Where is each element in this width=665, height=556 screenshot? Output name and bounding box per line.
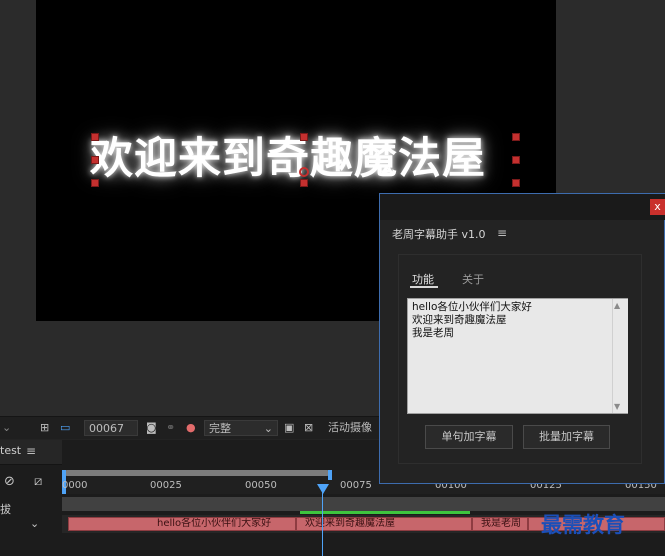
resolution-select[interactable]: 完整 ⌄ [204, 420, 278, 436]
frame-blend-icon[interactable]: ⧄ [34, 474, 42, 489]
render-cache-bar [300, 511, 470, 514]
link-icon[interactable]: ⚭ [166, 420, 175, 436]
panel-title: 老周字幕助手 v1.0 [392, 228, 486, 241]
active-tab-indicator [410, 286, 438, 288]
grid-icon[interactable]: ⊞ [40, 420, 49, 436]
time-tick-label: 0000 [62, 480, 88, 491]
playhead-icon[interactable] [317, 484, 329, 494]
resolution-value: 完整 [209, 422, 231, 435]
scroll-up-icon[interactable]: ▲ [614, 301, 620, 310]
region-of-interest-icon[interactable]: ▭ [60, 420, 70, 436]
scroll-down-icon[interactable]: ▼ [614, 402, 620, 411]
current-frame-field[interactable]: 00067 [84, 420, 138, 436]
playhead-line[interactable] [322, 484, 323, 556]
time-tick-label: 00050 [245, 480, 277, 491]
tab-about[interactable]: 关于 [462, 271, 484, 287]
motion-blur-icon[interactable]: ⊘ [4, 474, 15, 489]
viewer-toolbar: ⌄ ⊞ ▭ 00067 ◙ ⚭ ● 完整 ⌄ ▣ ⊠ 活动摄像 [0, 416, 380, 439]
transparency-grid-icon[interactable]: ⊠ [304, 420, 313, 436]
selection-handle[interactable] [512, 156, 520, 164]
layer-label: 拔 [0, 503, 11, 516]
close-button[interactable]: x [650, 199, 665, 215]
selection-handle[interactable] [300, 133, 308, 141]
subtitle-clip[interactable]: 我是老周 [472, 517, 528, 531]
add-batch-subtitle-button[interactable]: 批量加字幕 [523, 425, 610, 449]
add-single-subtitle-button[interactable]: 单句加字幕 [425, 425, 513, 449]
selection-handle[interactable] [91, 179, 99, 187]
chevron-down-icon[interactable]: ⌄ [30, 517, 39, 530]
work-area-bar[interactable] [64, 470, 330, 476]
anchor-point-icon[interactable] [299, 167, 309, 177]
textarea-scrollbar[interactable] [612, 299, 628, 413]
chevron-down-icon[interactable]: ⌄ [2, 420, 11, 436]
timeline-comp-name[interactable]: test [0, 444, 21, 457]
time-tick-label: 00075 [340, 480, 372, 491]
subtitle-clip[interactable]: hello各位小伙伴们大家好 [68, 517, 296, 531]
color-channels-icon[interactable]: ● [186, 420, 196, 436]
subtitle-textarea[interactable]: hello各位小伙伴们大家好 欢迎来到奇趣魔法屋 我是老周 [407, 298, 628, 414]
work-area-end-handle[interactable] [328, 470, 332, 480]
active-camera-select[interactable]: 活动摄像 [328, 420, 372, 436]
selection-handle[interactable] [512, 179, 520, 187]
hamburger-icon[interactable]: ≡ [26, 444, 36, 458]
watermark-logo: 最需教育 [541, 512, 625, 537]
selection-handle[interactable] [512, 133, 520, 141]
hamburger-icon[interactable]: ≡ [497, 226, 507, 240]
time-tick-label: 00025 [150, 480, 182, 491]
chevron-down-icon: ⌄ [263, 422, 273, 435]
camera-icon[interactable]: ◙ [146, 420, 157, 436]
tab-functions[interactable]: 功能 [412, 271, 434, 287]
toggle-mask-icon[interactable]: ▣ [284, 420, 294, 436]
selection-handle[interactable] [91, 133, 99, 141]
panel-titlebar[interactable] [380, 194, 665, 220]
selection-handle[interactable] [300, 179, 308, 187]
selection-handle[interactable] [91, 156, 99, 164]
